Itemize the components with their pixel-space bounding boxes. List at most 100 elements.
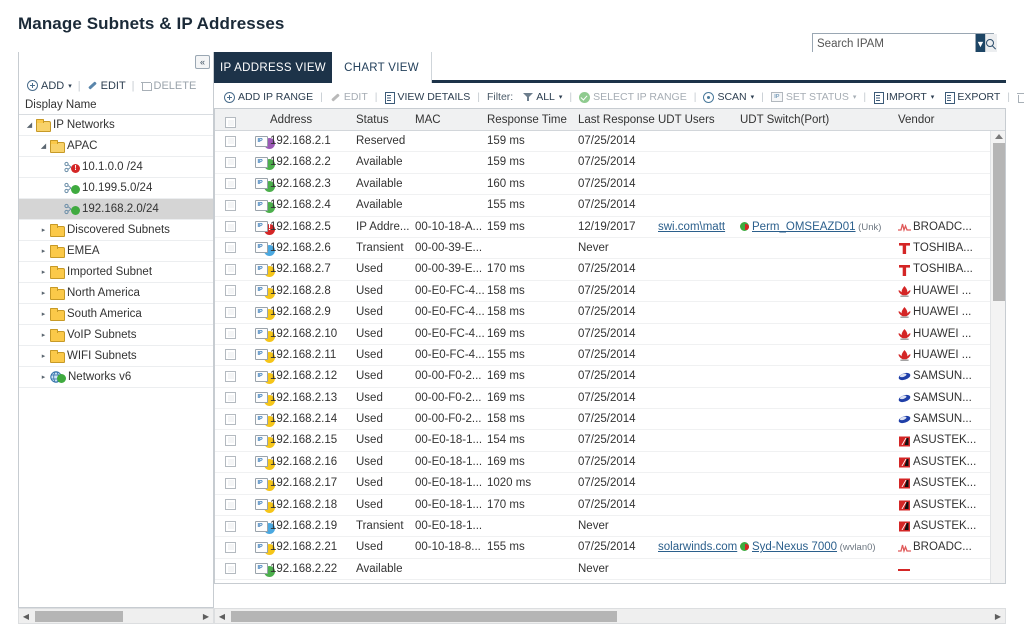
column-header-mac[interactable]: MAC	[415, 109, 441, 131]
table-row[interactable]: IP 192.168.2.8 Used 00-E0-FC-4... 158 ms 07/2…	[215, 281, 1005, 303]
collapse-sidebar-button[interactable]: «	[195, 55, 210, 69]
tree-node-ip-networks[interactable]: ◢ IP Networks	[19, 115, 213, 136]
chevron-right-icon[interactable]: ▸	[37, 352, 50, 360]
checkbox[interactable]	[225, 221, 236, 233]
table-row[interactable]: IP 192.168.2.14 Used 00-00-F0-2... 158 ms 07/…	[215, 409, 1005, 431]
udt-users-cell[interactable]: solarwinds.com	[658, 537, 737, 558]
grid-scroll-thumb[interactable]	[231, 611, 617, 622]
table-row[interactable]: IP 192.168.2.15 Used 00-E0-18-1... 154 ms 07/…	[215, 430, 1005, 452]
tab-chart-view[interactable]: CHART VIEW	[332, 52, 432, 83]
chevron-right-icon[interactable]: ▸	[37, 331, 50, 339]
chevron-right-icon[interactable]: ▸	[37, 268, 50, 276]
row-checkbox[interactable]	[225, 477, 236, 492]
checkbox[interactable]	[225, 263, 236, 275]
checkbox[interactable]	[225, 328, 236, 340]
table-row[interactable]: IP 192.168.2.4 Available 155 ms 07/25/2014	[215, 195, 1005, 217]
tree-node-192-168-2-0-24[interactable]: 192.168.2.0/24	[19, 199, 213, 220]
tree-node-imported-subnet[interactable]: ▸ Imported Subnet	[19, 262, 213, 283]
checkbox[interactable]	[225, 434, 236, 446]
table-row[interactable]: IP 192.168.2.12 Used 00-00-F0-2... 169 ms 07/…	[215, 366, 1005, 388]
chevron-right-icon[interactable]: ▸	[37, 226, 50, 234]
table-row[interactable]: IP 192.168.2.3 Available 160 ms 07/25/2014	[215, 174, 1005, 196]
search-input[interactable]	[813, 34, 975, 54]
table-row[interactable]: IP 192.168.2.2 Available 159 ms 07/25/2014	[215, 152, 1005, 174]
column-header-udtusers[interactable]: UDT Users	[658, 109, 715, 131]
checkbox[interactable]	[225, 285, 236, 297]
table-row[interactable]: IP 192.168.2.6 Transient 00-00-39-E... Never…	[215, 238, 1005, 260]
row-checkbox[interactable]	[225, 392, 236, 406]
udt-switch-link[interactable]: Syd-Nexus 7000	[752, 541, 837, 553]
row-checkbox[interactable]	[225, 242, 236, 256]
udt-switch-link[interactable]: Perm_OMSEAZD01	[752, 221, 856, 233]
table-row[interactable]: IP 192.168.2.21 Used 00-10-18-8... 155 ms 07/…	[215, 537, 1005, 559]
table-row[interactable]: IP 192.168.2.13 Used 00-00-F0-2... 169 ms 07/…	[215, 388, 1005, 410]
sidebar-scroll-thumb[interactable]	[35, 611, 123, 622]
checkbox[interactable]	[225, 117, 236, 128]
table-row[interactable]: IP192.168.2.5 IP Addre... 00-10-18-A... 159…	[215, 217, 1005, 238]
sidebar-horizontal-scrollbar[interactable]: ◀ ▶	[18, 608, 214, 624]
row-checkbox[interactable]	[225, 520, 236, 535]
udt-user-link[interactable]: solarwinds.com	[658, 541, 737, 553]
sidebar-edit-button[interactable]: EDIT	[83, 80, 130, 92]
checkbox[interactable]	[225, 563, 236, 575]
table-row[interactable]: IP 192.168.2.16 Used 00-E0-18-1... 169 ms 07/…	[215, 452, 1005, 474]
grid-vertical-scrollbar[interactable]	[990, 131, 1005, 583]
checkbox[interactable]	[225, 242, 236, 254]
row-checkbox[interactable]	[225, 370, 236, 385]
checkbox[interactable]	[225, 456, 236, 468]
checkbox[interactable]	[225, 156, 236, 168]
chevron-down-icon[interactable]: ◢	[37, 142, 50, 150]
row-checkbox[interactable]	[225, 413, 236, 428]
checkbox[interactable]	[225, 349, 236, 361]
tree-node-apac[interactable]: ◢ APAC	[19, 136, 213, 157]
tab-ip-address-view[interactable]: IP ADDRESS VIEW	[214, 52, 332, 83]
column-header-last[interactable]: Last Response	[578, 109, 655, 131]
row-checkbox[interactable]	[225, 306, 236, 321]
udt-switch-cell[interactable]: Syd-Nexus 7000 (wvlan0)	[740, 537, 876, 558]
column-header-vendor[interactable]: Vendor	[898, 109, 934, 131]
row-checkbox[interactable]	[225, 221, 236, 235]
column-header-status[interactable]: Status	[356, 109, 389, 131]
vertical-scroll-thumb[interactable]	[993, 143, 1005, 301]
table-row[interactable]: IP 192.168.2.1 Reserved 159 ms 07/25/2014	[215, 131, 1005, 153]
row-checkbox[interactable]	[225, 328, 236, 342]
chevron-down-icon[interactable]: ◢	[23, 121, 36, 129]
table-row[interactable]: IP 192.168.2.22 Available Never	[215, 559, 1005, 581]
checkbox[interactable]	[225, 541, 236, 553]
checkbox[interactable]	[225, 135, 236, 147]
row-checkbox[interactable]	[225, 156, 236, 171]
tree-node-north-america[interactable]: ▸ North America	[19, 283, 213, 304]
row-checkbox[interactable]	[225, 263, 236, 278]
checkbox[interactable]	[225, 178, 236, 190]
tree-node-voip-subnets[interactable]: ▸ VoIP Subnets	[19, 325, 213, 346]
sidebar-add-button[interactable]: ADD ▾	[23, 80, 76, 92]
column-header-address[interactable]: Address	[270, 109, 312, 131]
udt-switch-cell[interactable]: Perm_OMSEAZD01 (Unk)	[740, 217, 881, 238]
checkbox[interactable]	[225, 520, 236, 532]
chevron-down-icon[interactable]: ▼	[975, 34, 985, 54]
grid-scan-button[interactable]: SCAN ▾	[698, 91, 759, 103]
tree-node-emea[interactable]: ▸ EMEA	[19, 241, 213, 262]
table-row[interactable]: IP 192.168.2.9 Used 00-E0-FC-4... 158 ms 07/2…	[215, 302, 1005, 324]
chevron-right-icon[interactable]: ▸	[37, 289, 50, 297]
scroll-left-arrow-icon[interactable]: ◀	[19, 612, 33, 621]
grid-add-ip-range-button[interactable]: ADD IP RANGE	[219, 91, 318, 103]
scroll-left-arrow-icon[interactable]: ◀	[215, 612, 229, 621]
table-row[interactable]: IP 192.168.2.7 Used 00-00-39-E... 170 ms 07/2…	[215, 259, 1005, 281]
chevron-right-icon[interactable]: ▸	[37, 373, 50, 381]
table-row[interactable]: IP 192.168.2.17 Used 00-E0-18-1... 1020 ms 07…	[215, 473, 1005, 495]
checkbox[interactable]	[225, 306, 236, 318]
table-row[interactable]: IP 192.168.2.19 Transient 00-E0-18-1... Neve…	[215, 516, 1005, 538]
tree-node-discovered-subnets[interactable]: ▸ Discovered Subnets	[19, 220, 213, 241]
row-checkbox[interactable]	[225, 135, 236, 150]
row-checkbox[interactable]	[225, 563, 236, 577]
row-checkbox[interactable]	[225, 499, 236, 513]
row-checkbox[interactable]	[225, 456, 236, 470]
row-checkbox[interactable]	[225, 349, 236, 363]
chevron-right-icon[interactable]: ▸	[37, 247, 50, 255]
grid-all-button[interactable]: ALL ▾	[518, 91, 567, 103]
row-checkbox[interactable]	[225, 285, 236, 299]
search-button[interactable]	[984, 34, 997, 54]
table-row[interactable]: IP 192.168.2.18 Used 00-E0-18-1... 170 ms 07/…	[215, 495, 1005, 517]
scroll-up-arrow-icon[interactable]	[995, 134, 1003, 139]
